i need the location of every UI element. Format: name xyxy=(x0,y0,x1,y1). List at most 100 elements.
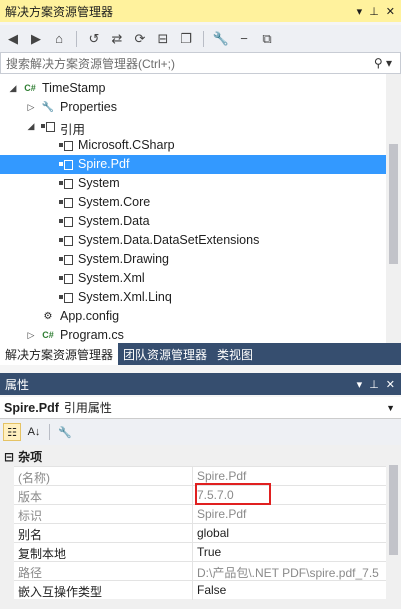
category-label: 杂项 xyxy=(18,450,43,464)
tree-item-label: System.Data xyxy=(78,214,150,228)
forward-icon[interactable]: ▶ xyxy=(28,31,44,47)
pin-icon[interactable]: ⊥ xyxy=(369,5,379,18)
home-icon[interactable]: ⌂ xyxy=(51,31,67,47)
show-all-files-icon[interactable]: ❐ xyxy=(178,31,194,47)
property-name: 嵌入互操作类型 xyxy=(18,585,103,599)
reference-icon xyxy=(58,213,74,229)
property-value: Spire.Pdf xyxy=(197,507,247,521)
collapsed-arrow-icon[interactable]: ▷ xyxy=(26,102,36,112)
solution-explorer-title: 解决方案资源管理器 xyxy=(5,4,114,19)
tree-item[interactable]: System.Data.DataSetExtensions xyxy=(0,231,386,250)
tree-vertical-scrollbar[interactable] xyxy=(386,74,401,343)
reference-icon xyxy=(58,270,74,286)
tree-item[interactable]: ▷ C# Program.cs xyxy=(0,326,386,343)
property-grid-scrollbar[interactable] xyxy=(386,445,401,609)
tree-item[interactable]: System.Core xyxy=(0,193,386,212)
tree-item-label: System.Core xyxy=(78,195,151,209)
tree-item[interactable]: System.Data xyxy=(0,212,386,231)
property-row[interactable]: 复制本地 True xyxy=(14,542,386,562)
config-file-icon: ⚙ xyxy=(43,310,53,322)
back-icon[interactable]: ◀ xyxy=(5,31,21,47)
pin-icon[interactable]: ⊥ xyxy=(369,378,379,391)
object-name: Spire.Pdf xyxy=(4,400,59,415)
solution-explorer-title-bar: 解决方案资源管理器 ▾ ⊥ ✕ xyxy=(0,0,401,22)
tree-item[interactable]: ◢ 引用 xyxy=(0,117,386,138)
object-type: 引用属性 xyxy=(63,401,112,415)
scrollbar-thumb[interactable] xyxy=(389,465,398,555)
column-divider[interactable] xyxy=(192,581,193,600)
property-value[interactable]: False xyxy=(197,583,226,597)
dropdown-arrow-icon[interactable]: ▾ xyxy=(357,378,363,391)
minus-icon[interactable]: − xyxy=(236,31,252,47)
collapse-icon[interactable]: ⊟ xyxy=(4,450,14,464)
property-value[interactable]: global xyxy=(197,526,229,540)
reference-icon xyxy=(58,289,74,305)
categorized-icon[interactable]: ☷ xyxy=(3,423,21,441)
property-name: 别名 xyxy=(18,528,43,542)
tree-item-label: System.Drawing xyxy=(78,252,169,266)
solution-search-box[interactable]: 搜索解决方案资源管理器(Ctrl+;) ⚲ ▾ xyxy=(0,52,401,74)
tree-item[interactable]: System.Xml xyxy=(0,269,386,288)
history-icon[interactable]: ↺ xyxy=(86,31,102,47)
version-highlight-box xyxy=(195,483,271,505)
tree-item[interactable]: ⚙ App.config xyxy=(0,307,386,326)
property-name: 复制本地 xyxy=(18,547,67,561)
solution-explorer-toolbar: ◀ ▶ ⌂ ↺ ⇄ ⟳ ⊟ ❐ 🔧 − ⧉ xyxy=(0,25,401,52)
collapse-all-icon[interactable]: ⊟ xyxy=(155,31,171,47)
tool-window-tab[interactable]: 类视图 xyxy=(212,343,258,365)
chevron-down-icon[interactable]: ▼ xyxy=(386,403,401,413)
tree-item[interactable]: System xyxy=(0,174,386,193)
property-name: 标识 xyxy=(18,509,43,523)
close-icon[interactable]: ✕ xyxy=(386,378,395,391)
column-divider[interactable] xyxy=(192,543,193,562)
column-divider[interactable] xyxy=(192,467,193,486)
scrollbar-thumb[interactable] xyxy=(389,144,398,264)
properties-title-bar: 属性 ▾ ⊥ ✕ xyxy=(0,373,401,395)
column-divider[interactable] xyxy=(192,486,193,505)
class-diagram-icon[interactable]: ⧉ xyxy=(259,31,275,47)
tree-item[interactable]: Spire.Pdf xyxy=(0,155,386,174)
tree-item[interactable]: Microsoft.CSharp xyxy=(0,136,386,155)
search-placeholder: 搜索解决方案资源管理器(Ctrl+;) xyxy=(6,56,175,71)
property-value: D:\产品包\.NET PDF\spire.pdf_7.5 xyxy=(197,566,379,580)
tool-window-tab[interactable]: 团队资源管理器 xyxy=(118,343,212,365)
collapsed-arrow-icon[interactable]: ▷ xyxy=(26,330,36,340)
tool-window-tab[interactable]: 解决方案资源管理器 xyxy=(0,343,119,365)
tree-item-label: System.Data.DataSetExtensions xyxy=(78,233,260,247)
tree-item[interactable]: ▷ 🔧 Properties xyxy=(0,98,386,117)
wrench-icon: 🔧 xyxy=(41,101,55,113)
expanded-arrow-icon[interactable]: ◢ xyxy=(8,83,18,93)
property-row[interactable]: 嵌入互操作类型 False xyxy=(14,580,386,600)
tree-item[interactable]: System.Xml.Linq xyxy=(0,288,386,307)
tree-item-label: Spire.Pdf xyxy=(78,157,130,171)
tree-item-label: TimeStamp xyxy=(42,81,106,95)
expanded-arrow-icon[interactable]: ◢ xyxy=(26,121,36,131)
column-divider[interactable] xyxy=(192,505,193,524)
column-divider[interactable] xyxy=(192,524,193,543)
property-row[interactable]: 别名 global xyxy=(14,523,386,543)
toolbar-separator xyxy=(76,30,77,47)
property-pages-wrench-icon[interactable]: 🔧 xyxy=(56,423,74,441)
properties-title: 属性 xyxy=(5,377,30,392)
dropdown-arrow-icon[interactable]: ▾ xyxy=(357,5,363,18)
properties-wrench-icon[interactable]: 🔧 xyxy=(213,31,229,47)
category-header[interactable]: ⊟ 杂项 xyxy=(0,447,386,466)
reference-icon xyxy=(58,232,74,248)
sync-icon[interactable]: ⇄ xyxy=(109,31,125,47)
tree-item[interactable]: System.Drawing xyxy=(0,250,386,269)
object-selector[interactable]: Spire.Pdf 引用属性 ▼ xyxy=(0,397,401,419)
reference-icon xyxy=(58,251,74,267)
column-divider[interactable] xyxy=(192,562,193,581)
property-value[interactable]: True xyxy=(197,545,221,559)
tree-item-label: System.Xml.Linq xyxy=(78,290,172,304)
reference-icon xyxy=(58,156,74,172)
property-row[interactable]: 标识 Spire.Pdf xyxy=(14,504,386,524)
refresh-icon[interactable]: ⟳ xyxy=(132,31,148,47)
tree-item[interactable]: ◢ C# TimeStamp xyxy=(0,79,386,98)
property-row[interactable]: 路径 D:\产品包\.NET PDF\spire.pdf_7.5 xyxy=(14,561,386,581)
property-grid: ⊟ 杂项 (名称) Spire.Pdf 版本 7.5.7.0 标识 Spire.Pdf 别名… xyxy=(0,445,401,609)
close-icon[interactable]: ✕ xyxy=(386,5,395,18)
alphabetical-icon[interactable]: A↓ xyxy=(25,423,43,441)
search-icon[interactable]: ⚲ ▾ xyxy=(374,56,400,70)
solution-tree: ◢ C# TimeStamp ▷ 🔧 Properties ◢ 引用 Microsoft.CSh… xyxy=(0,74,401,343)
